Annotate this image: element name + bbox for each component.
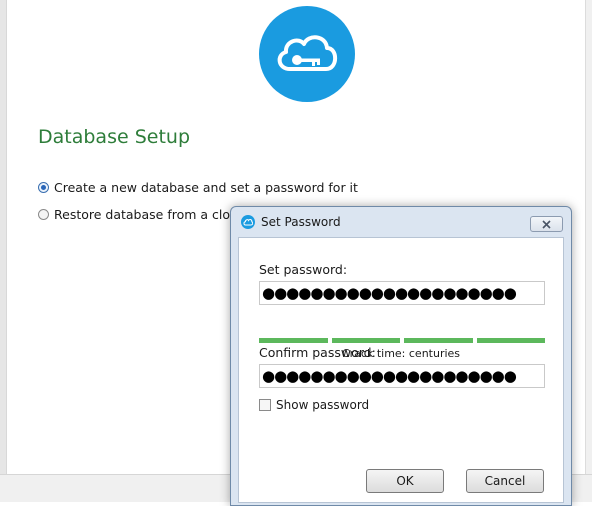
- show-password-label: Show password: [276, 398, 370, 412]
- ok-button[interactable]: OK: [366, 469, 444, 493]
- confirm-password-input[interactable]: ●●●●●●●●●●●●●●●●●●●●●: [259, 364, 545, 388]
- option-create-new[interactable]: Create a new database and set a password…: [38, 180, 358, 195]
- dialog-title: Set Password: [261, 215, 341, 229]
- dialog-titlebar[interactable]: Set Password: [231, 207, 571, 237]
- show-password-option[interactable]: Show password: [259, 398, 369, 412]
- window-left-edge: [0, 0, 7, 501]
- radio-button-unchecked[interactable]: [38, 209, 49, 220]
- radio-button-checked[interactable]: [38, 182, 49, 193]
- set-password-dialog: Set Password Set password: ●●●●●●●●●●●●●…: [230, 206, 572, 506]
- show-password-checkbox[interactable]: [259, 399, 271, 411]
- cloud-key-icon: [259, 6, 355, 102]
- page-title: Database Setup: [38, 126, 190, 148]
- close-button[interactable]: [530, 216, 563, 232]
- set-password-label: Set password:: [259, 262, 348, 277]
- app-cloud-icon: [241, 215, 255, 229]
- confirm-password-label: Confirm password:: [259, 345, 376, 360]
- strength-segment: [404, 338, 473, 343]
- option-restore-cloud-label: Restore database from a cloud: [54, 207, 246, 222]
- dialog-body: Set password: ●●●●●●●●●●●●●●●●●●●●● Crac…: [238, 237, 564, 503]
- strength-segment: [331, 338, 400, 343]
- option-restore-cloud[interactable]: Restore database from a cloud: [38, 207, 246, 222]
- close-icon: [542, 219, 551, 229]
- window-right-edge: [585, 0, 592, 501]
- set-password-input[interactable]: ●●●●●●●●●●●●●●●●●●●●●: [259, 281, 545, 305]
- option-create-new-label: Create a new database and set a password…: [54, 180, 358, 195]
- cancel-button[interactable]: Cancel: [466, 469, 544, 493]
- strength-segment: [476, 338, 545, 343]
- strength-segment: [259, 338, 328, 343]
- password-strength-meter: [259, 338, 545, 343]
